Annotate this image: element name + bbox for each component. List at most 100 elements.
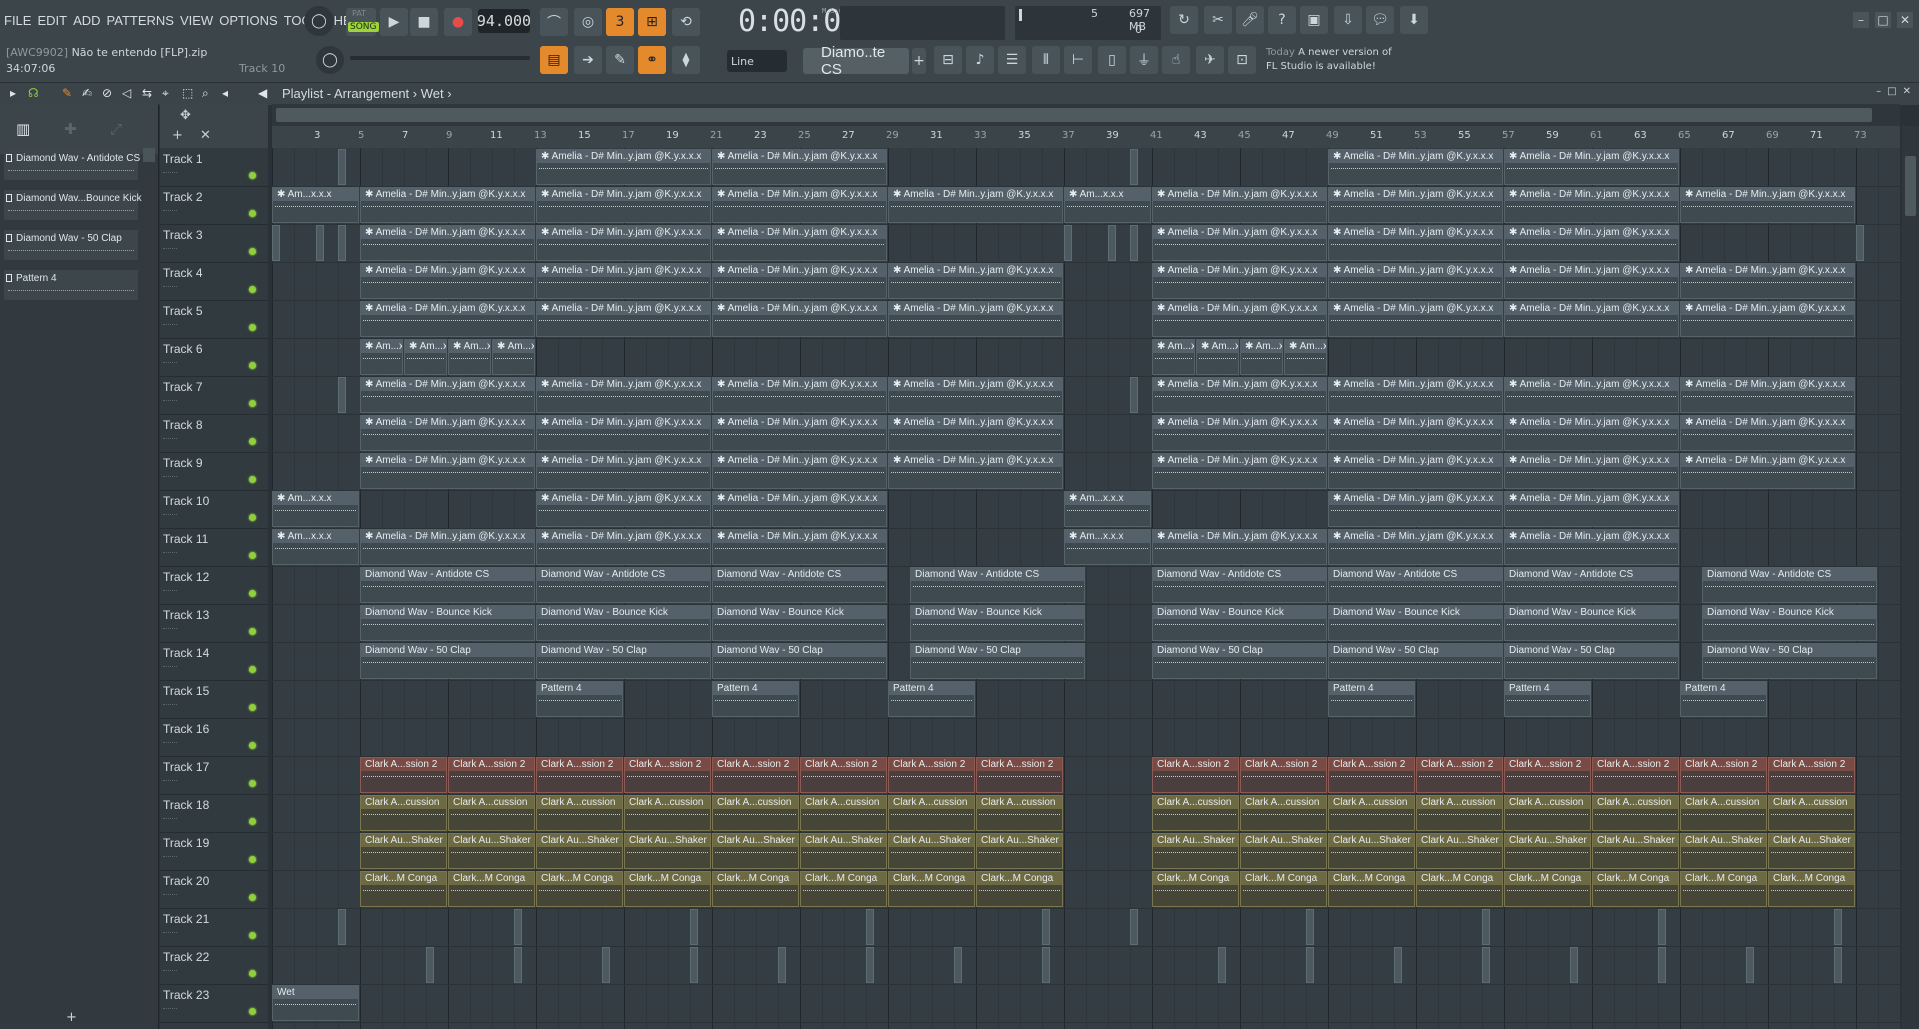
playlist-clip[interactable]: ✱ Amelia - D# Min..y.jam @K.y.x.x.x	[536, 377, 711, 413]
playlist-clip[interactable]: ✱ Am...x.x.x	[360, 339, 403, 375]
playlist-clip[interactable]: ✱ Amelia - D# Min..y.jam @K.y.x.x.x	[1152, 225, 1327, 261]
playlist-clip[interactable]: ✱ Amelia - D# Min..y.jam @K.y.x.x.x	[1680, 263, 1855, 299]
clip-marker[interactable]	[338, 377, 346, 413]
track-header[interactable]: Track 15	[160, 680, 268, 719]
menu-edit[interactable]: EDIT	[37, 13, 67, 28]
playlist-clip[interactable]: Clark Au...Shaker	[712, 833, 799, 869]
playlist-clip[interactable]: ✱ Amelia - D# Min..y.jam @K.y.x.x.x	[1328, 491, 1503, 527]
picker-scrollbar[interactable]	[143, 148, 155, 162]
playlist-clip[interactable]: Diamond Wav - Antidote CS	[1702, 567, 1877, 603]
link-button[interactable]: ⚭	[638, 46, 666, 74]
menu-add[interactable]: ADD	[73, 13, 100, 28]
track-enable-led[interactable]	[249, 248, 256, 255]
draw-tool-icon[interactable]: ✎	[62, 86, 72, 100]
clip-marker[interactable]	[866, 909, 874, 945]
download-button[interactable]: ⬇	[1400, 6, 1428, 34]
playlist-clip[interactable]: ✱ Amelia - D# Min..y.jam @K.y.x.x.x	[1152, 187, 1327, 223]
playlist-clip[interactable]: Clark A...cussion	[712, 795, 799, 831]
mute-tool-icon[interactable]: ◁	[122, 86, 131, 100]
playlist-clip[interactable]: Clark...M Conga	[448, 871, 535, 907]
playlist-clip[interactable]: Pattern 4	[536, 681, 623, 717]
playlist-clip[interactable]: Clark A...cussion	[1592, 795, 1679, 831]
playlist-clip[interactable]: ✱ Amelia - D# Min..y.jam @K.y.x.x.x	[712, 301, 887, 337]
playlist-clip[interactable]: Diamond Wav - 50 Clap	[1702, 643, 1877, 679]
track-header[interactable]: Track 3	[160, 224, 268, 263]
track-header[interactable]: Track 18	[160, 794, 268, 833]
track-enable-led[interactable]	[249, 514, 256, 521]
playlist-clip[interactable]: ✱ Amelia - D# Min..y.jam @K.y.x.x.x	[1152, 529, 1327, 565]
playlist-clip[interactable]: ✱ Amelia - D# Min..y.jam @K.y.x.x.x	[1504, 263, 1679, 299]
playlist-clip[interactable]: Clark Au...Shaker	[1240, 833, 1327, 869]
playlist-clip[interactable]: Clark Au...Shaker	[976, 833, 1063, 869]
picker-item-pattern4[interactable]: Pattern 4	[4, 270, 138, 300]
playlist-clip[interactable]: ✱ Amelia - D# Min..y.jam @K.y.x.x.x	[536, 415, 711, 451]
playlist-clip[interactable]: ✱ Amelia - D# Min..y.jam @K.y.x.x.x	[536, 225, 711, 261]
playlist-maximize-button[interactable]: □	[1887, 86, 1896, 97]
track-enable-led[interactable]	[249, 476, 256, 483]
playlist-clip[interactable]: Clark...M Conga	[536, 871, 623, 907]
playlist-clip[interactable]: Diamond Wav - 50 Clap	[910, 643, 1085, 679]
wait-record-button[interactable]: ◎	[574, 8, 602, 36]
playlist-clip[interactable]: Clark A...cussion	[448, 795, 535, 831]
playlist-clip[interactable]: ✱ Amelia - D# Min..y.jam @K.y.x.x.x	[1680, 301, 1855, 337]
channel-rack-button[interactable]: ☰	[998, 46, 1026, 74]
track-header[interactable]: Track 5	[160, 300, 268, 339]
add-track-icon[interactable]: +	[172, 128, 183, 143]
menu-patterns[interactable]: PATTERNS	[107, 13, 174, 28]
clip-marker[interactable]	[1482, 947, 1490, 983]
loop-record-button[interactable]: ⟲	[672, 8, 700, 36]
shop-button[interactable]: ⊡	[1228, 46, 1256, 74]
pencil-tool-button[interactable]: ✎	[606, 46, 634, 74]
track-header[interactable]: Track 16	[160, 718, 268, 757]
playlist-clip[interactable]: Clark...M Conga	[360, 871, 447, 907]
headphones-icon[interactable]: ☊	[28, 86, 39, 100]
playlist-clip[interactable]: Diamond Wav - 50 Clap	[712, 643, 887, 679]
pattern-select[interactable]: Diamo..te CS	[803, 44, 909, 78]
playlist-clip[interactable]: Pattern 4	[712, 681, 799, 717]
delete-tool-icon[interactable]: ⊘	[102, 86, 112, 100]
clip-marker[interactable]	[1834, 909, 1842, 945]
track-lane[interactable]	[272, 680, 1900, 719]
track-enable-led[interactable]	[249, 932, 256, 939]
track-lane[interactable]	[272, 718, 1900, 757]
playlist-clip[interactable]: Clark A...cussion	[1416, 795, 1503, 831]
playlist-clip[interactable]: Wet	[272, 985, 359, 1021]
playlist-clip[interactable]: Clark...M Conga	[712, 871, 799, 907]
close-button[interactable]: ✕	[1897, 12, 1913, 28]
playlist-clip[interactable]: Clark...M Conga	[1768, 871, 1855, 907]
playlist-clip[interactable]: ✱ Amelia - D# Min..y.jam @K.y.x.x.x	[1680, 187, 1855, 223]
playlist-clip[interactable]: ✱ Am...x.x.x	[1196, 339, 1239, 375]
playlist-clip[interactable]: ✱ Amelia - D# Min..y.jam @K.y.x.x.x	[888, 377, 1063, 413]
news-panel[interactable]: Today A newer version of FL Studio is av…	[1266, 46, 1426, 76]
playlist-clip[interactable]: Diamond Wav - Antidote CS	[910, 567, 1085, 603]
clip-marker[interactable]	[1218, 947, 1226, 983]
clip-marker[interactable]	[690, 947, 698, 983]
playlist-clip[interactable]: Clark A...ssion 2	[448, 757, 535, 793]
playlist-clip[interactable]: Clark A...ssion 2	[1240, 757, 1327, 793]
track-header[interactable]: Track 6	[160, 338, 268, 377]
record-button[interactable]: ●	[444, 8, 472, 36]
track-enable-led[interactable]	[249, 286, 256, 293]
playlist-clip[interactable]: Clark A...cussion	[536, 795, 623, 831]
playlist-clip[interactable]: Clark Au...Shaker	[1152, 833, 1239, 869]
playlist-clip[interactable]: ✱ Amelia - D# Min..y.jam @K.y.x.x.x	[712, 415, 887, 451]
snap-select[interactable]: Line	[727, 50, 787, 72]
playlist-clip[interactable]: Clark...M Conga	[1680, 871, 1767, 907]
arrow-tool-button[interactable]: ➔	[574, 46, 602, 74]
playlist-clip[interactable]: Diamond Wav - Antidote CS	[712, 567, 887, 603]
playlist-clip[interactable]: ✱ Amelia - D# Min..y.jam @K.y.x.x.x	[712, 529, 887, 565]
export-button[interactable]: ⇩	[1334, 6, 1362, 34]
play-button[interactable]: ▶	[380, 8, 408, 36]
picker-item-bounce-kick[interactable]: Diamond Wav...Bounce Kick	[4, 190, 142, 220]
playlist-clip[interactable]: ✱ Amelia - D# Min..y.jam @K.y.x.x.x	[1328, 149, 1503, 185]
save-button[interactable]: ▣	[1300, 6, 1328, 34]
playlist-clip[interactable]: Clark A...ssion 2	[1328, 757, 1415, 793]
playlist-clip[interactable]: ✱ Am...x.x.x	[1240, 339, 1283, 375]
mixer-view-button[interactable]: ⫴	[1032, 46, 1060, 74]
add-pattern-button[interactable]: +	[912, 48, 926, 74]
playlist-clip[interactable]: Pattern 4	[1680, 681, 1767, 717]
playlist-clip[interactable]: Clark Au...Shaker	[448, 833, 535, 869]
playlist-button[interactable]: ▤	[540, 46, 568, 74]
playlist-clip[interactable]: Clark A...cussion	[1504, 795, 1591, 831]
track-enable-led[interactable]	[249, 324, 256, 331]
